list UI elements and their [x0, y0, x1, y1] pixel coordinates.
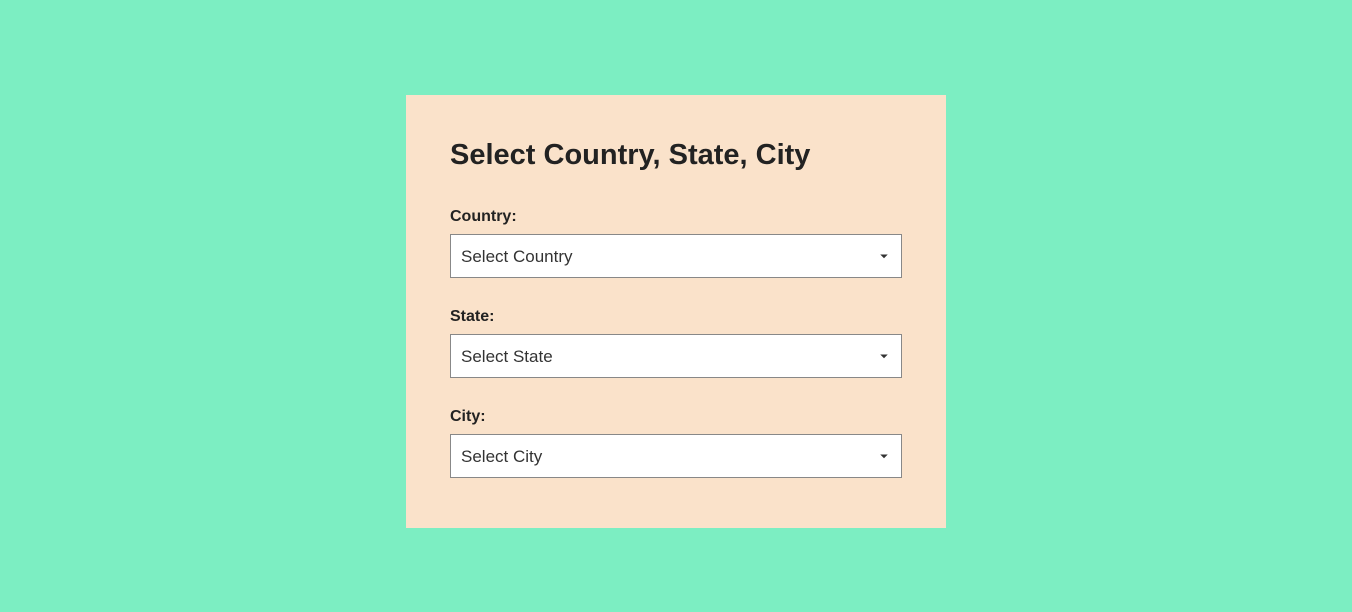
city-group: City: Select City [450, 408, 902, 478]
city-label: City: [450, 408, 902, 426]
country-select[interactable]: Select Country [450, 234, 902, 278]
country-label: Country: [450, 208, 902, 226]
city-select[interactable]: Select City [450, 434, 902, 478]
country-group: Country: Select Country [450, 208, 902, 278]
state-group: State: Select State [450, 308, 902, 378]
state-label: State: [450, 308, 902, 326]
form-title: Select Country, State, City [450, 139, 902, 172]
form-card: Select Country, State, City Country: Sel… [406, 95, 946, 528]
state-select[interactable]: Select State [450, 334, 902, 378]
